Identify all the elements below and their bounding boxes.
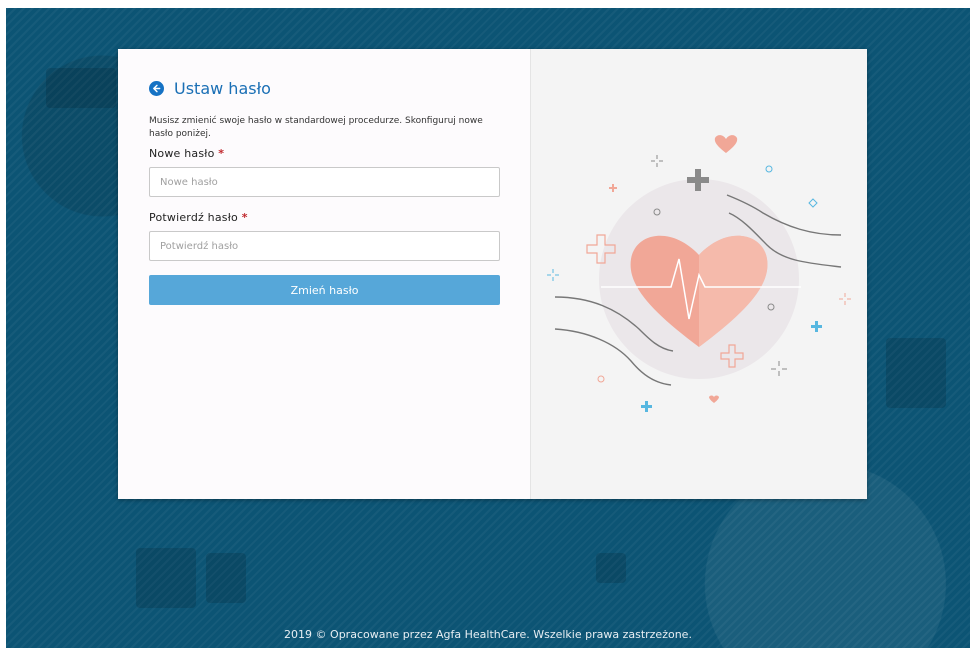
required-mark: *: [218, 147, 225, 160]
new-password-label: Nowe hasło *: [149, 147, 499, 160]
sparkle-icon: [839, 293, 851, 305]
confirm-password-label-text: Potwierdź hasło: [149, 211, 238, 224]
background-decoration: [886, 338, 946, 408]
sparkle-icon: [771, 361, 787, 376]
title-row: Ustaw hasło: [149, 79, 499, 98]
arrow-left-icon: [153, 84, 161, 93]
confirm-password-label: Potwierdź hasło *: [149, 211, 499, 224]
small-circle: [765, 165, 773, 173]
small-heart-icon: [714, 135, 738, 153]
diamond-icon: [808, 198, 818, 208]
page-title: Ustaw hasło: [174, 79, 271, 98]
background-decoration: [46, 68, 116, 108]
confirm-password-input[interactable]: [149, 231, 500, 261]
confirm-password-field: Potwierdź hasło *: [149, 211, 500, 261]
plus-icon: [641, 401, 652, 412]
new-password-label-text: Nowe hasło: [149, 147, 215, 160]
sparkle-icon: [651, 155, 663, 167]
required-mark: *: [241, 211, 248, 224]
back-arrow-icon[interactable]: [149, 81, 164, 96]
new-password-field: Nowe hasło *: [149, 147, 500, 197]
description-text: Musisz zmienić swoje hasło w standardowe…: [149, 116, 483, 139]
plus-icon: [609, 184, 617, 192]
background-decoration: [596, 553, 626, 583]
password-card: Ustaw hasło Musisz zmienić swoje hasło w…: [118, 49, 867, 499]
background-decoration: [136, 548, 196, 608]
illustration-panel: [530, 49, 867, 499]
sparkle-icon: [547, 269, 559, 281]
change-password-button[interactable]: Zmień hasło: [149, 275, 500, 305]
background-decoration: [206, 553, 246, 603]
small-circle: [597, 375, 605, 383]
footer-copyright: 2019 © Opracowane przez Agfa HealthCare.…: [284, 628, 692, 641]
plus-icon: [811, 321, 822, 332]
new-password-input[interactable]: [149, 167, 500, 197]
form-panel: Ustaw hasło Musisz zmienić swoje hasło w…: [118, 49, 530, 499]
small-heart-icon: [709, 395, 719, 403]
heart-hands-illustration: [547, 135, 851, 412]
